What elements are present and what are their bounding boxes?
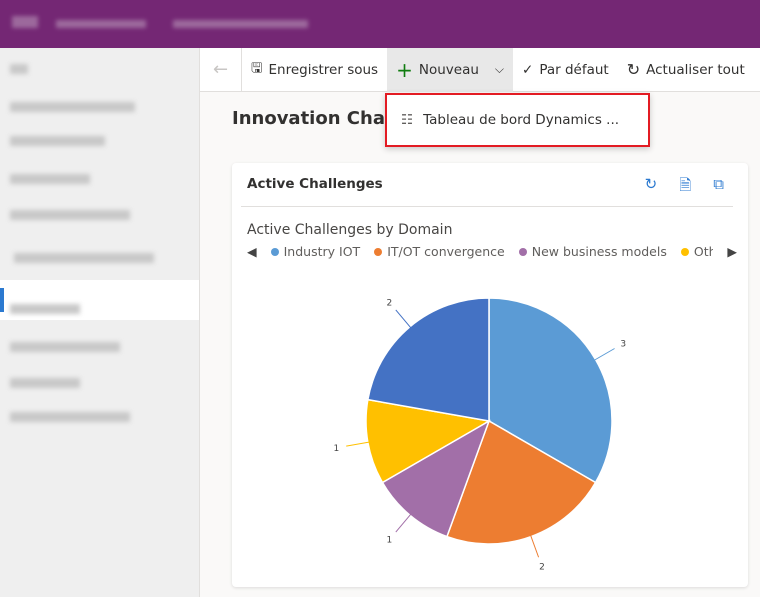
sidebar-item[interactable] bbox=[10, 174, 90, 184]
refresh-all-label: Actualiser tout bbox=[646, 61, 745, 78]
sidebar-group bbox=[10, 304, 80, 314]
sidebar-item-selected-label[interactable] bbox=[14, 253, 154, 263]
new-label: Nouveau bbox=[418, 61, 479, 78]
data-label: 1 bbox=[333, 444, 339, 454]
new-button[interactable]: + Nouveau ⌵ bbox=[387, 47, 514, 92]
pie-slice[interactable] bbox=[366, 297, 490, 422]
page-title: Innovation Challe bbox=[232, 108, 410, 129]
sidebar-item[interactable] bbox=[10, 342, 120, 352]
app-header bbox=[0, 0, 760, 48]
data-label-leader bbox=[395, 309, 413, 331]
checkmark-icon: ✓ bbox=[522, 61, 534, 78]
data-label-leader bbox=[395, 511, 413, 533]
area-name bbox=[173, 20, 308, 28]
data-label: 2 bbox=[387, 298, 393, 308]
arrow-left-icon: ← bbox=[212, 59, 229, 80]
save-as-button[interactable]: 🖫 Enregistrer sous bbox=[242, 48, 387, 92]
app-name bbox=[56, 20, 146, 28]
plus-icon: + bbox=[396, 57, 413, 82]
back-button[interactable]: ← bbox=[200, 47, 242, 92]
sidebar-item[interactable] bbox=[10, 378, 80, 388]
data-label: 2 bbox=[539, 563, 545, 573]
data-label: 1 bbox=[387, 536, 393, 546]
chevron-down-icon[interactable]: ⌵ bbox=[495, 62, 504, 77]
menu-item-dynamics-dashboard[interactable]: Tableau de bord Dynamics ... bbox=[423, 112, 619, 128]
data-label: 3 bbox=[620, 340, 626, 350]
dashboard-icon: ☷ bbox=[401, 112, 414, 128]
save-as-label: Enregistrer sous bbox=[268, 61, 379, 78]
chart-card: Active Challenges ↻ 🗎 ⧉ Active Challenge… bbox=[232, 163, 748, 587]
sidebar bbox=[0, 48, 200, 597]
pie-chart: 3 2 1 1 2 bbox=[333, 297, 626, 573]
refresh-all-button[interactable]: ↻ Actualiser tout bbox=[618, 48, 754, 92]
sidebar-item[interactable] bbox=[10, 412, 130, 422]
set-default-button[interactable]: ✓ Par défaut bbox=[513, 48, 618, 92]
data-label-leader bbox=[591, 348, 615, 362]
sidebar-item[interactable] bbox=[10, 136, 105, 146]
app-logo bbox=[12, 16, 38, 28]
save-edit-icon: 🖫 bbox=[251, 60, 263, 76]
data-label-leader bbox=[529, 532, 540, 558]
command-bar: ← 🖫 Enregistrer sous + Nouveau ⌵ ✓ Par défau… bbox=[200, 47, 760, 92]
sidebar-item-selected[interactable] bbox=[0, 280, 199, 320]
sidebar-item[interactable] bbox=[10, 64, 28, 74]
new-dropdown-menu: ☷ Tableau de bord Dynamics ... bbox=[385, 93, 650, 147]
default-label: Par défaut bbox=[539, 61, 609, 78]
refresh-icon: ↻ bbox=[626, 60, 641, 79]
sidebar-item[interactable] bbox=[10, 210, 130, 220]
sidebar-item[interactable] bbox=[10, 102, 135, 112]
